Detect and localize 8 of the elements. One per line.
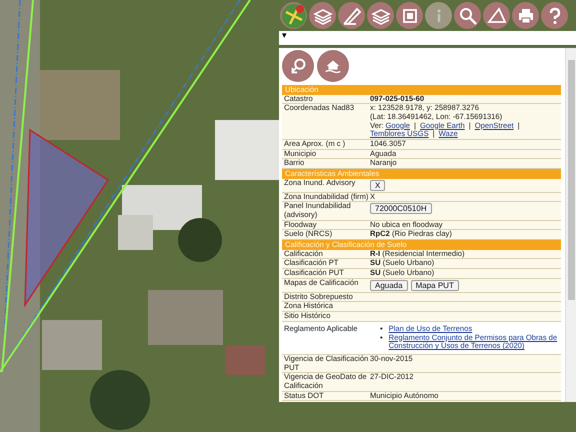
value-button[interactable]: 72000C0510H (370, 203, 432, 214)
link-tool-icon[interactable] (282, 50, 314, 82)
scrollbar[interactable] (565, 48, 576, 402)
house-flood-icon[interactable] (317, 50, 349, 82)
value-button[interactable]: Mapa PUT (410, 280, 459, 291)
value-button[interactable]: Aguada (370, 280, 408, 291)
collapse-toggle[interactable]: ▾ (282, 31, 287, 40)
value-button[interactable]: X (370, 180, 386, 191)
